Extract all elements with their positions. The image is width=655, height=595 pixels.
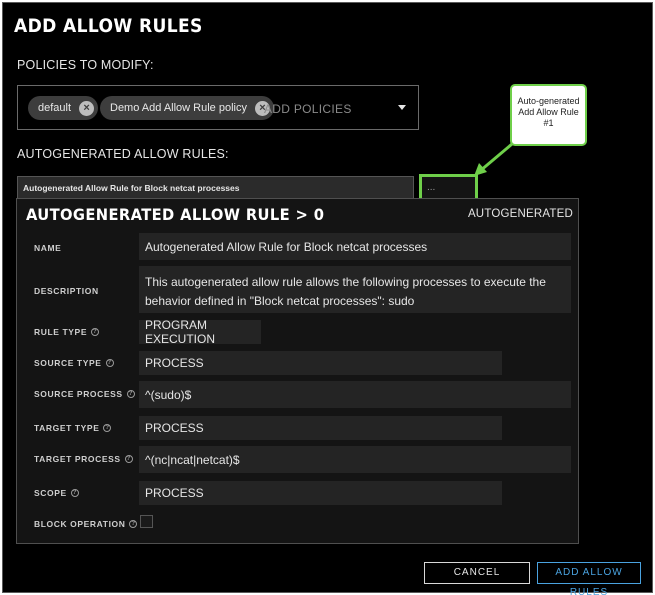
policies-label: POLICIES TO MODIFY:	[17, 58, 154, 72]
add-allow-rules-button[interactable]: ADD ALLOW RULES	[537, 562, 641, 595]
callout-arrow-icon	[474, 142, 513, 176]
annotation-callout: Auto-generated Add Allow Rule #1	[510, 84, 587, 146]
help-icon[interactable]: ?	[126, 390, 135, 398]
block-operation-checkbox[interactable]	[140, 515, 153, 528]
name-label: NAME	[34, 243, 62, 253]
policy-chip-demo: Demo Add Allow Rule policy ×	[100, 96, 274, 120]
scope-field[interactable]: PROCESS	[139, 481, 502, 505]
autogenerated-rules-label: AUTOGENERATED ALLOW RULES:	[17, 147, 229, 161]
add-policies-input[interactable]: ADD POLICIES	[264, 102, 352, 116]
scope-label: SCOPE?	[34, 488, 79, 498]
source-type-field[interactable]: PROCESS	[139, 351, 502, 375]
source-process-label: SOURCE PROCESS?	[34, 389, 135, 399]
help-icon[interactable]: ?	[103, 424, 112, 432]
rule-type-field[interactable]: PROGRAM EXECUTION	[139, 318, 261, 346]
target-type-label: TARGET TYPE?	[34, 423, 112, 433]
block-operation-label: BLOCK OPERATION?	[34, 519, 138, 529]
remove-chip-icon[interactable]: ×	[79, 100, 95, 116]
help-icon[interactable]: ?	[91, 328, 100, 336]
description-label: DESCRIPTION	[34, 286, 99, 296]
callout-line: Auto-generated	[517, 96, 580, 106]
target-process-field[interactable]: ^(nc|ncat|netcat)$	[139, 446, 571, 473]
policy-chip-label: default	[38, 102, 72, 114]
dialog-title: ADD ALLOW RULES	[14, 15, 203, 37]
rule-type-label: RULE TYPE?	[34, 327, 100, 337]
target-type-field[interactable]: PROCESS	[139, 416, 502, 440]
policies-selector[interactable]: default × Demo Add Allow Rule policy × A…	[17, 85, 419, 130]
help-icon[interactable]: ?	[105, 359, 114, 367]
autogenerated-rule-row-label: Autogenerated Allow Rule for Block netca…	[23, 183, 240, 193]
source-process-field[interactable]: ^(sudo)$	[139, 381, 571, 408]
chevron-down-icon[interactable]	[398, 105, 406, 110]
source-type-label: SOURCE TYPE?	[34, 358, 114, 368]
help-icon[interactable]: ?	[70, 489, 79, 497]
help-icon[interactable]: ?	[124, 455, 133, 463]
help-icon[interactable]: ?	[129, 520, 138, 528]
target-process-label: TARGET PROCESS?	[34, 454, 133, 464]
cancel-button[interactable]: CANCEL	[424, 562, 530, 584]
description-field[interactable]: This autogenerated allow rule allows the…	[139, 266, 571, 313]
autogenerated-badge: AUTOGENERATED	[467, 208, 573, 220]
rule-detail-panel: AUTOGENERATED ALLOW RULE > 0 AUTOGENERAT…	[16, 198, 579, 544]
policy-chip-default: default ×	[28, 96, 99, 120]
callout-line: Add Allow Rule	[518, 107, 579, 117]
name-field[interactable]: Autogenerated Allow Rule for Block netca…	[139, 233, 571, 260]
autogenerated-rule-row[interactable]: Autogenerated Allow Rule for Block netca…	[17, 176, 414, 200]
callout-line: #1	[543, 118, 554, 128]
panel-title: AUTOGENERATED ALLOW RULE > 0	[26, 205, 325, 224]
policy-chip-label: Demo Add Allow Rule policy	[110, 102, 247, 114]
